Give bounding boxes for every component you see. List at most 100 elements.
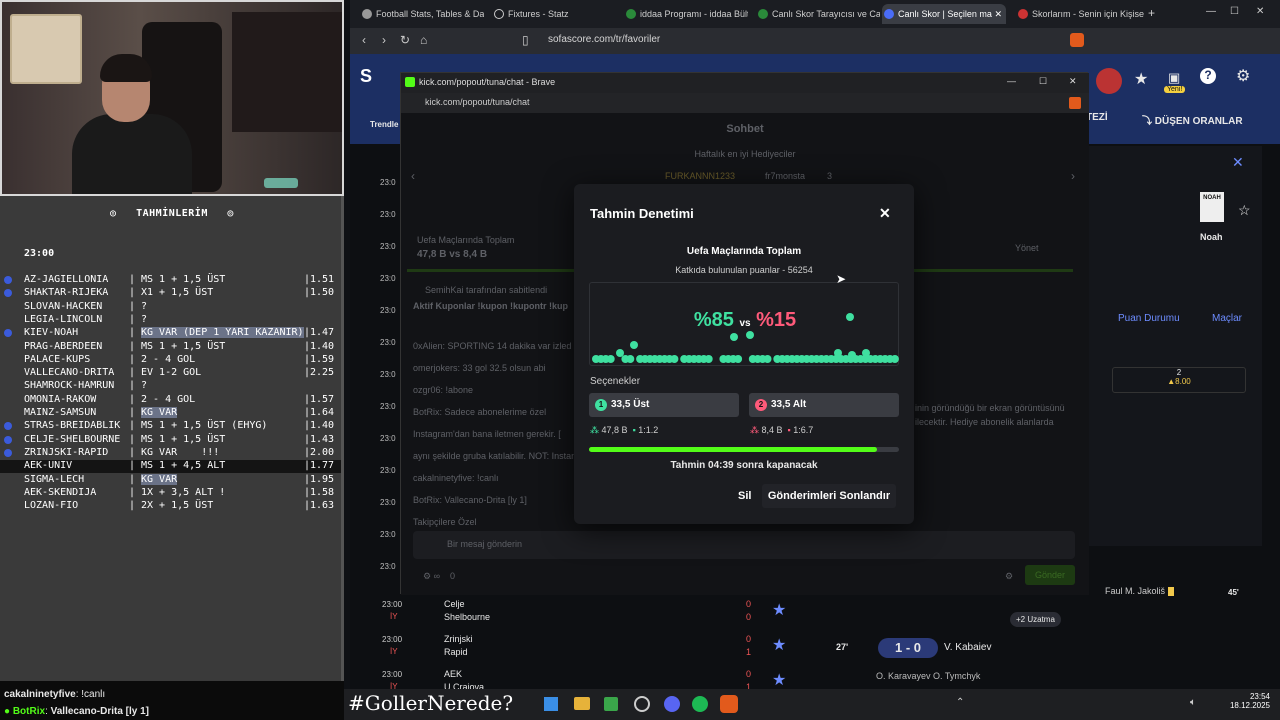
chat-message: omerjokers: 33 gol 32.5 olsun abi <box>413 363 546 373</box>
app-icon-1[interactable] <box>604 697 618 711</box>
match-time: 23:0 <box>380 306 396 315</box>
tab-fixtures[interactable]: Fixtures - Statz <box>492 4 616 24</box>
match-list: 23:00 İY Celje Shelbourne 0 0 ★ 23:00 İY Zrinjski… <box>380 596 800 692</box>
home-icon[interactable]: ⌂ <box>420 33 427 47</box>
url-field[interactable]: sofascore.com/tr/favoriler <box>548 34 660 45</box>
tv-icon[interactable]: ▣ <box>1168 70 1180 86</box>
manage-button[interactable]: Yönet <box>1015 243 1039 253</box>
scrollbar[interactable] <box>341 196 344 681</box>
popup-address[interactable]: kick.com/popout/tuna/chat <box>425 97 530 107</box>
chevron-right-icon[interactable]: › <box>1071 169 1075 183</box>
tab-active-canli-skor[interactable]: Canlı Skor | Seçilen ma ✕ <box>882 4 1006 24</box>
odds-cell[interactable]: 2 ▲8.00 <box>1112 367 1246 393</box>
chevron-left-icon[interactable]: ‹ <box>411 169 415 183</box>
popup-title: kick.com/popout/tuna/chat - Brave <box>419 77 556 87</box>
match-time-column: 23:0 23:0 23:0 23:0 23:0 23:0 23:0 23:0 23:0 23:0… <box>380 178 400 598</box>
maximize-icon[interactable]: ☐ <box>1230 6 1239 17</box>
extra-time-badge: +2 Uzatma <box>1010 612 1061 627</box>
wall-poster <box>10 14 82 84</box>
brave-icon[interactable] <box>720 695 738 713</box>
delete-button[interactable]: Sil <box>738 490 751 502</box>
favorite-star-icon[interactable]: ★ <box>772 600 786 620</box>
avatar[interactable] <box>1096 68 1122 94</box>
bookmark-icon[interactable]: ▯ <box>522 33 529 47</box>
favorite-star-icon[interactable]: ★ <box>772 670 786 690</box>
distribution-dot <box>626 355 635 363</box>
close-window-icon[interactable]: ✕ <box>1256 6 1264 17</box>
app-icon-2[interactable] <box>634 696 650 712</box>
pinned-by: SemihKai tarafından sabitlendi <box>425 285 548 295</box>
nav-trending[interactable]: Trendle <box>370 120 398 129</box>
chat-message: ozgr06: !abone <box>413 385 474 395</box>
distribution-dot <box>846 313 854 321</box>
foul-event: Faul M. Jakoliš <box>1105 586 1174 597</box>
option-2-button[interactable]: 2 33,5 Alt <box>749 393 899 417</box>
marker-dot-icon <box>4 435 12 444</box>
goal-score: 1 - 0 <box>878 638 938 658</box>
webcam-feed <box>0 0 344 196</box>
favorite-star-icon[interactable]: ☆ <box>1238 202 1251 219</box>
file-explorer-icon[interactable] <box>574 697 590 710</box>
popup-close-icon[interactable]: ✕ <box>1069 76 1077 87</box>
chat-input[interactable]: Bir mesaj gönderin <box>413 531 1075 559</box>
star-icon[interactable]: ★ <box>1134 69 1148 89</box>
chat-message: BotRix: Sadece abonelerime özel <box>413 407 547 417</box>
close-tab-icon[interactable]: ✕ <box>994 4 1002 24</box>
gifter-1: FURKANNN1233 <box>665 171 736 181</box>
distribution-dot <box>630 341 638 349</box>
distribution-dot <box>862 349 870 357</box>
close-modal-icon[interactable]: ✕ <box>879 205 891 222</box>
predictions-time: 23:00 <box>24 248 55 259</box>
gifter-2: fr7monsta <box>765 171 806 181</box>
popup-maximize-icon[interactable]: ☐ <box>1039 76 1047 87</box>
match-time: 23:0 <box>380 274 396 283</box>
option-1-button[interactable]: 1 33,5 Üst <box>589 393 739 417</box>
chat-message: BotRix: Vallecano-Drita [ly 1] <box>413 495 527 505</box>
distribution-dot <box>730 333 738 341</box>
windows-taskbar: #GollerNerede? ⌃ 🔈︎ 23:54 18.12.2025 <box>344 689 1280 720</box>
send-button[interactable]: Gönder <box>1025 565 1075 585</box>
windows-start-icon[interactable] <box>544 697 558 711</box>
close-panel-icon[interactable]: ✕ <box>1232 154 1244 171</box>
prediction-row: PALACE-KUPS | 2 - 4 GOL | 1.59 <box>24 353 335 365</box>
nav-tezi[interactable]: TEZİ <box>1086 112 1108 123</box>
help-icon[interactable]: ? <box>1200 68 1216 84</box>
settings-gear-icon[interactable]: ⚙ <box>1236 66 1250 86</box>
forward-icon[interactable]: › <box>382 33 386 47</box>
clock[interactable]: 23:54 18.12.2025 <box>1226 692 1270 710</box>
nav-dropping-odds[interactable]: ⤵ DÜŞEN ORANLAR <box>1142 112 1243 127</box>
foul-minute: 45' <box>1228 588 1239 597</box>
option-1-points: ⁂ 47,8 B ▪ 1:1.2 <box>590 425 659 435</box>
chat-settings-icon[interactable]: ⚙ <box>1005 571 1013 582</box>
match-row[interactable]: 23:00 İY Celje Shelbourne 0 0 ★ <box>380 596 800 630</box>
tab-canli-skor[interactable]: Canlı Skor Tarayıcısı ve Canl <box>756 4 880 24</box>
new-tab-icon[interactable]: + <box>1148 6 1155 20</box>
tab-iddaa[interactable]: iddaa Programı - iddaa Bült <box>624 4 748 24</box>
favorite-star-icon[interactable]: ★ <box>772 635 786 655</box>
match-time: 23:0 <box>380 210 396 219</box>
stream-chat-overlay: cakalninetyfive: !canlı ● BotRix: Vallec… <box>0 681 344 720</box>
tray-chevron-icon[interactable]: ⌃ <box>956 697 964 708</box>
new-badge: Yeni! <box>1164 86 1186 93</box>
tab-skorlarim[interactable]: Skorlarım - Senin için Kişise <box>1016 4 1144 24</box>
reload-icon[interactable]: ↻ <box>400 33 410 47</box>
match-row[interactable]: 23:00 İY Zrinjski Rapid 0 1 ★ <box>380 631 800 665</box>
prediction-row: PRAG-ABERDEEN | MS 1 + 1,5 ÜST | 1.40 <box>24 340 335 352</box>
popup-minimize-icon[interactable]: — <box>1007 76 1016 86</box>
distribution-dot <box>606 355 615 363</box>
spotify-icon[interactable] <box>692 696 708 712</box>
pinned-prediction-title: Uefa Maçlarında Toplam <box>417 235 515 245</box>
volume-icon[interactable]: 🔈︎ <box>1190 697 1196 708</box>
points-text: Katkıda bulunulan puanlar - 56254 <box>675 265 813 275</box>
minimize-icon[interactable]: — <box>1206 6 1216 17</box>
popup-brave-icon[interactable] <box>1069 97 1081 109</box>
match-detail-panel: ✕ NOAH Noah ☆ Puan Durumu Maçlar 2 ▲8.00 <box>1082 146 1262 546</box>
tab-standings[interactable]: Puan Durumu <box>1118 313 1180 324</box>
end-submissions-button[interactable]: Gönderimleri Sonlandır <box>762 484 896 508</box>
discord-icon[interactable] <box>664 696 680 712</box>
back-icon[interactable]: ‹ <box>362 33 366 47</box>
brave-shield-icon[interactable] <box>1070 33 1084 47</box>
tab-football-stats[interactable]: Football Stats, Tables & Dat <box>360 4 484 24</box>
tab-matches[interactable]: Maçlar <box>1212 313 1242 324</box>
chat-message: Takipçilere Özel <box>413 517 477 527</box>
